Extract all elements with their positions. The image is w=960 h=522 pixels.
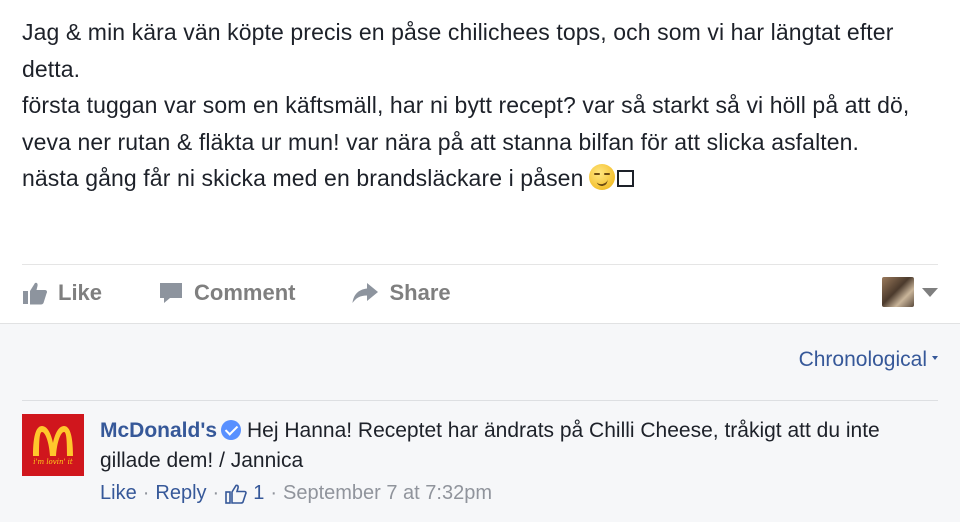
thumbs-up-outline-icon bbox=[225, 484, 247, 504]
speech-bubble-icon bbox=[160, 283, 183, 303]
meta-separator: · bbox=[142, 482, 150, 504]
thumbs-up-icon bbox=[23, 282, 47, 305]
meta-separator: · bbox=[212, 482, 220, 504]
actor-avatar bbox=[882, 277, 914, 307]
post-divider bbox=[22, 264, 938, 265]
post-paragraph-2: första tuggan var som en käftsmäll, har … bbox=[22, 92, 910, 155]
comments-section: Chronological i'm lovin' it McDonald's He… bbox=[0, 323, 960, 522]
smirk-face-icon bbox=[589, 164, 616, 190]
comment-like-link[interactable]: Like bbox=[100, 482, 137, 505]
chevron-down-icon bbox=[922, 287, 938, 297]
verified-badge-icon bbox=[221, 420, 242, 440]
missing-glyph-icon bbox=[617, 170, 635, 187]
mcdonalds-avatar[interactable]: i'm lovin' it bbox=[22, 414, 84, 476]
like-button[interactable]: Like bbox=[22, 280, 102, 306]
post-body: Jag & min kära vän köpte precis en påse … bbox=[22, 14, 942, 197]
comments-divider bbox=[22, 400, 938, 401]
caret-down-icon bbox=[932, 356, 938, 360]
share-button[interactable]: Share bbox=[351, 280, 451, 306]
post-actions-bar: Like Comment Share bbox=[22, 273, 938, 313]
comment-like-count-value: 1 bbox=[253, 482, 265, 504]
actor-selector[interactable] bbox=[882, 277, 938, 307]
comment-like-count[interactable]: 1 bbox=[225, 482, 264, 505]
comment-reply-link[interactable]: Reply bbox=[155, 482, 206, 505]
like-button-label: Like bbox=[58, 280, 103, 305]
comment-author-link[interactable]: McDonald's bbox=[100, 419, 217, 442]
comment-sort-toggle[interactable]: Chronological bbox=[799, 348, 938, 372]
post-paragraph-3-text: nästa gång får ni skicka med en brandslä… bbox=[22, 165, 584, 191]
comment-sort-label: Chronological bbox=[798, 348, 927, 371]
share-arrow-icon bbox=[352, 283, 379, 303]
comment-timestamp[interactable]: September 7 at 7:32pm bbox=[283, 482, 492, 505]
comment-meta: Like · Reply · 1 · September 7 at 7:32pm bbox=[100, 482, 492, 505]
comment-button[interactable]: Comment bbox=[158, 280, 295, 306]
share-button-label: Share bbox=[389, 280, 451, 305]
comment-button-label: Comment bbox=[194, 280, 296, 305]
avatar-tagline: i'm lovin' it bbox=[33, 457, 73, 466]
post-paragraph-1: Jag & min kära vän köpte precis en påse … bbox=[22, 19, 894, 82]
comment-body: McDonald's Hej Hanna! Receptet har ändrat… bbox=[100, 416, 930, 476]
meta-separator: · bbox=[270, 482, 277, 504]
post-paragraph-3: nästa gång får ni skicka med en brandslä… bbox=[22, 160, 942, 197]
golden-arches-icon bbox=[33, 425, 73, 456]
